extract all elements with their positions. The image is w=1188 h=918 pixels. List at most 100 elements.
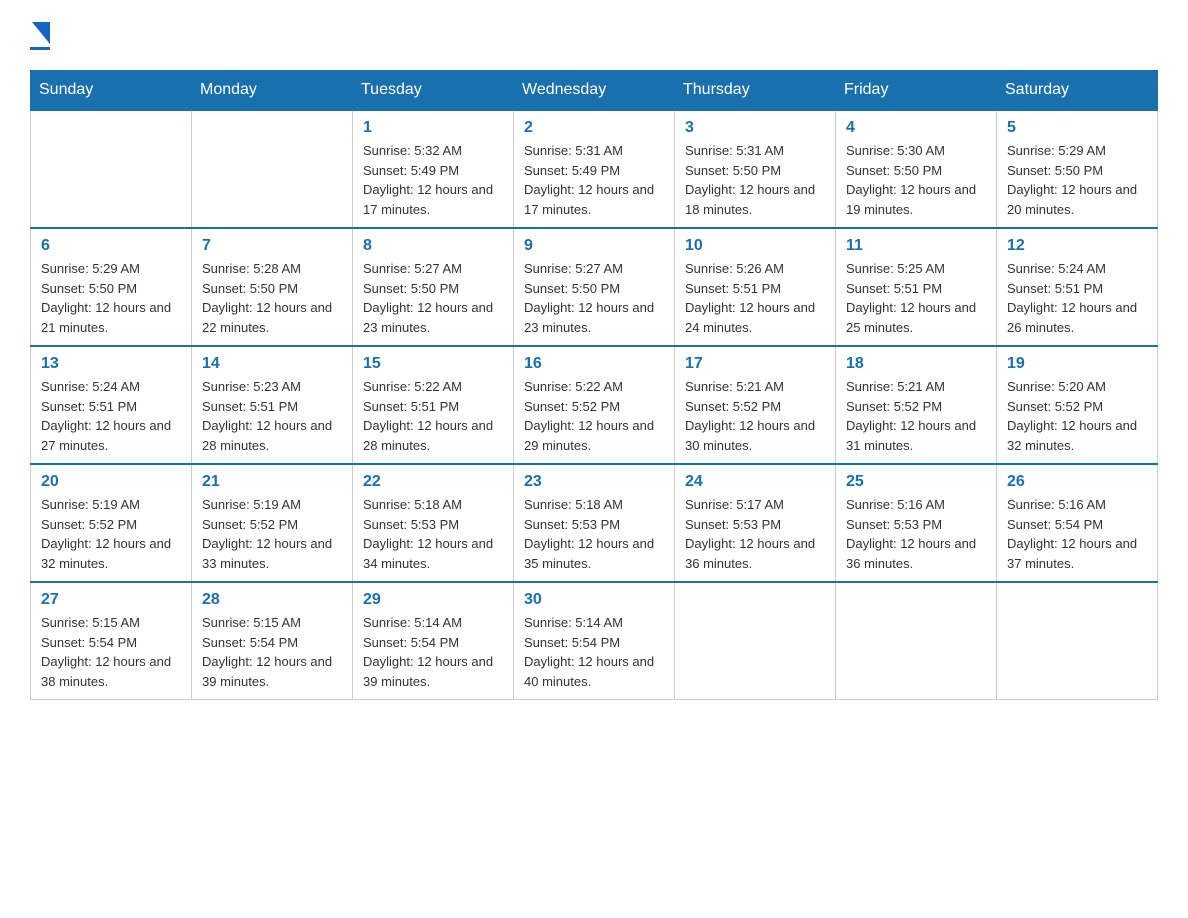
calendar-cell: 10 Sunrise: 5:26 AMSunset: 5:51 PMDayligh… (675, 228, 836, 346)
day-number: 21 (202, 473, 342, 491)
day-number: 23 (524, 473, 664, 491)
day-info: Sunrise: 5:23 AMSunset: 5:51 PMDaylight:… (202, 377, 342, 455)
calendar-cell: 5 Sunrise: 5:29 AMSunset: 5:50 PMDaylight… (997, 110, 1158, 228)
day-info: Sunrise: 5:30 AMSunset: 5:50 PMDaylight:… (846, 141, 986, 219)
week-row-2: 6 Sunrise: 5:29 AMSunset: 5:50 PMDaylight… (31, 228, 1158, 346)
day-number: 12 (1007, 237, 1147, 255)
header (30, 20, 1158, 50)
calendar-cell: 24 Sunrise: 5:17 AMSunset: 5:53 PMDayligh… (675, 464, 836, 582)
week-row-4: 20 Sunrise: 5:19 AMSunset: 5:52 PMDayligh… (31, 464, 1158, 582)
week-row-1: 1 Sunrise: 5:32 AMSunset: 5:49 PMDaylight… (31, 110, 1158, 228)
calendar-cell: 15 Sunrise: 5:22 AMSunset: 5:51 PMDayligh… (353, 346, 514, 464)
calendar-cell: 6 Sunrise: 5:29 AMSunset: 5:50 PMDaylight… (31, 228, 192, 346)
day-number: 6 (41, 237, 181, 255)
week-row-3: 13 Sunrise: 5:24 AMSunset: 5:51 PMDayligh… (31, 346, 1158, 464)
day-number: 3 (685, 119, 825, 137)
day-number: 2 (524, 119, 664, 137)
day-info: Sunrise: 5:29 AMSunset: 5:50 PMDaylight:… (1007, 141, 1147, 219)
day-number: 15 (363, 355, 503, 373)
calendar-cell: 3 Sunrise: 5:31 AMSunset: 5:50 PMDaylight… (675, 110, 836, 228)
calendar-cell: 13 Sunrise: 5:24 AMSunset: 5:51 PMDayligh… (31, 346, 192, 464)
day-number: 22 (363, 473, 503, 491)
day-info: Sunrise: 5:16 AMSunset: 5:53 PMDaylight:… (846, 495, 986, 573)
calendar-cell: 23 Sunrise: 5:18 AMSunset: 5:53 PMDayligh… (514, 464, 675, 582)
day-info: Sunrise: 5:27 AMSunset: 5:50 PMDaylight:… (524, 259, 664, 337)
weekday-header-friday: Friday (836, 71, 997, 111)
calendar-cell: 30 Sunrise: 5:14 AMSunset: 5:54 PMDayligh… (514, 582, 675, 700)
day-info: Sunrise: 5:31 AMSunset: 5:49 PMDaylight:… (524, 141, 664, 219)
day-info: Sunrise: 5:18 AMSunset: 5:53 PMDaylight:… (524, 495, 664, 573)
day-info: Sunrise: 5:18 AMSunset: 5:53 PMDaylight:… (363, 495, 503, 573)
calendar-cell (836, 582, 997, 700)
calendar-table: SundayMondayTuesdayWednesdayThursdayFrid… (30, 70, 1158, 700)
calendar-cell (997, 582, 1158, 700)
day-info: Sunrise: 5:27 AMSunset: 5:50 PMDaylight:… (363, 259, 503, 337)
calendar-cell: 1 Sunrise: 5:32 AMSunset: 5:49 PMDaylight… (353, 110, 514, 228)
weekday-header-sunday: Sunday (31, 71, 192, 111)
day-info: Sunrise: 5:25 AMSunset: 5:51 PMDaylight:… (846, 259, 986, 337)
weekday-header-row: SundayMondayTuesdayWednesdayThursdayFrid… (31, 71, 1158, 111)
day-info: Sunrise: 5:19 AMSunset: 5:52 PMDaylight:… (202, 495, 342, 573)
day-number: 7 (202, 237, 342, 255)
day-number: 30 (524, 591, 664, 609)
weekday-header-wednesday: Wednesday (514, 71, 675, 111)
calendar-cell: 21 Sunrise: 5:19 AMSunset: 5:52 PMDayligh… (192, 464, 353, 582)
day-info: Sunrise: 5:14 AMSunset: 5:54 PMDaylight:… (363, 613, 503, 691)
calendar-cell: 11 Sunrise: 5:25 AMSunset: 5:51 PMDayligh… (836, 228, 997, 346)
day-info: Sunrise: 5:24 AMSunset: 5:51 PMDaylight:… (41, 377, 181, 455)
weekday-header-saturday: Saturday (997, 71, 1158, 111)
day-info: Sunrise: 5:15 AMSunset: 5:54 PMDaylight:… (202, 613, 342, 691)
day-info: Sunrise: 5:26 AMSunset: 5:51 PMDaylight:… (685, 259, 825, 337)
day-number: 27 (41, 591, 181, 609)
day-number: 8 (363, 237, 503, 255)
day-number: 5 (1007, 119, 1147, 137)
day-info: Sunrise: 5:19 AMSunset: 5:52 PMDaylight:… (41, 495, 181, 573)
day-info: Sunrise: 5:29 AMSunset: 5:50 PMDaylight:… (41, 259, 181, 337)
day-number: 9 (524, 237, 664, 255)
day-number: 26 (1007, 473, 1147, 491)
calendar-cell (675, 582, 836, 700)
day-number: 11 (846, 237, 986, 255)
calendar-cell: 7Sunrise: 5:28 AMSunset: 5:50 PMDaylight… (192, 228, 353, 346)
calendar-cell: 9 Sunrise: 5:27 AMSunset: 5:50 PMDaylight… (514, 228, 675, 346)
day-number: 20 (41, 473, 181, 491)
calendar-cell: 19Sunrise: 5:20 AMSunset: 5:52 PMDayligh… (997, 346, 1158, 464)
day-number: 4 (846, 119, 986, 137)
logo-triangle-icon (32, 22, 50, 48)
calendar-cell: 16Sunrise: 5:22 AMSunset: 5:52 PMDayligh… (514, 346, 675, 464)
day-number: 10 (685, 237, 825, 255)
calendar-cell: 26 Sunrise: 5:16 AMSunset: 5:54 PMDayligh… (997, 464, 1158, 582)
calendar-cell: 28Sunrise: 5:15 AMSunset: 5:54 PMDayligh… (192, 582, 353, 700)
week-row-5: 27 Sunrise: 5:15 AMSunset: 5:54 PMDayligh… (31, 582, 1158, 700)
day-number: 19 (1007, 355, 1147, 373)
day-number: 1 (363, 119, 503, 137)
calendar-cell: 2 Sunrise: 5:31 AMSunset: 5:49 PMDaylight… (514, 110, 675, 228)
day-info: Sunrise: 5:21 AMSunset: 5:52 PMDaylight:… (685, 377, 825, 455)
day-info: Sunrise: 5:32 AMSunset: 5:49 PMDaylight:… (363, 141, 503, 219)
calendar-cell: 22 Sunrise: 5:18 AMSunset: 5:53 PMDayligh… (353, 464, 514, 582)
calendar-cell: 25 Sunrise: 5:16 AMSunset: 5:53 PMDayligh… (836, 464, 997, 582)
calendar-cell: 14 Sunrise: 5:23 AMSunset: 5:51 PMDayligh… (192, 346, 353, 464)
day-number: 14 (202, 355, 342, 373)
day-info: Sunrise: 5:31 AMSunset: 5:50 PMDaylight:… (685, 141, 825, 219)
day-number: 16 (524, 355, 664, 373)
day-number: 29 (363, 591, 503, 609)
calendar-cell: 27 Sunrise: 5:15 AMSunset: 5:54 PMDayligh… (31, 582, 192, 700)
day-number: 25 (846, 473, 986, 491)
day-info: Sunrise: 5:16 AMSunset: 5:54 PMDaylight:… (1007, 495, 1147, 573)
day-number: 17 (685, 355, 825, 373)
calendar-cell: 8 Sunrise: 5:27 AMSunset: 5:50 PMDaylight… (353, 228, 514, 346)
day-info: Sunrise: 5:22 AMSunset: 5:51 PMDaylight:… (363, 377, 503, 455)
day-info: Sunrise: 5:24 AMSunset: 5:51 PMDaylight:… (1007, 259, 1147, 337)
calendar-cell: 17 Sunrise: 5:21 AMSunset: 5:52 PMDayligh… (675, 346, 836, 464)
day-info: Sunrise: 5:17 AMSunset: 5:53 PMDaylight:… (685, 495, 825, 573)
day-number: 24 (685, 473, 825, 491)
day-info: Sunrise: 5:21 AMSunset: 5:52 PMDaylight:… (846, 377, 986, 455)
day-info: Sunrise: 5:15 AMSunset: 5:54 PMDaylight:… (41, 613, 181, 691)
calendar-cell (192, 110, 353, 228)
calendar-cell (31, 110, 192, 228)
calendar-cell: 12 Sunrise: 5:24 AMSunset: 5:51 PMDayligh… (997, 228, 1158, 346)
day-info: Sunrise: 5:14 AMSunset: 5:54 PMDaylight:… (524, 613, 664, 691)
day-number: 13 (41, 355, 181, 373)
calendar-cell: 18Sunrise: 5:21 AMSunset: 5:52 PMDayligh… (836, 346, 997, 464)
